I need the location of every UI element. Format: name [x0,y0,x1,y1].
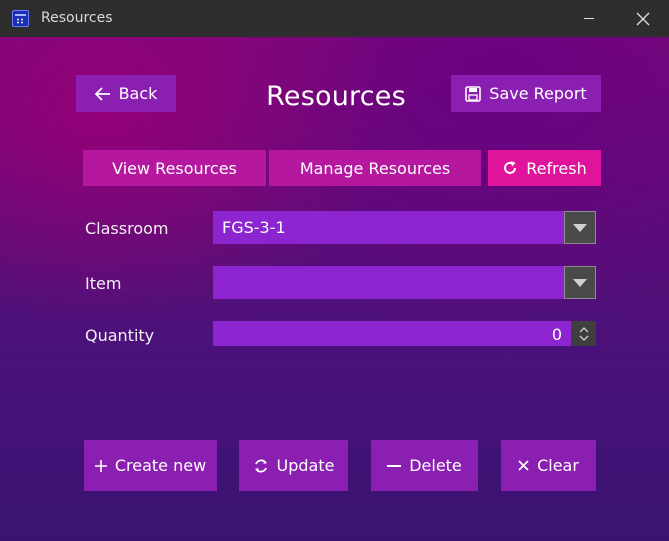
quantity-label: Quantity [85,326,155,345]
item-select[interactable] [213,266,596,299]
clear-button[interactable]: Clear [501,440,596,491]
chevron-down-icon [573,223,587,232]
refresh-icon [502,160,518,176]
tab-manage-resources[interactable]: Manage Resources [269,150,481,186]
plus-icon [94,459,107,472]
tab-view-resources-label: View Resources [112,158,237,178]
sync-icon [253,458,269,474]
close-button[interactable] [620,0,666,37]
minimize-button[interactable] [566,0,612,37]
quantity-stepper[interactable]: 0 [213,321,596,346]
classroom-value: FGS-3-1 [222,218,286,237]
item-dropdown-button[interactable] [564,266,596,299]
back-button[interactable]: Back [76,75,176,112]
minimize-icon [584,18,594,19]
x-icon [518,460,529,471]
save-report-label: Save Report [489,84,587,103]
up-down-arrows-icon [579,326,588,341]
window-title: Resources [41,10,113,26]
app-window: Resources Back Resources Save Report Vie… [0,0,669,541]
create-new-label: Create new [114,456,207,475]
quantity-spin-buttons[interactable] [571,321,596,346]
minus-icon [387,464,402,468]
clear-label: Clear [537,456,579,475]
classroom-label: Classroom [85,219,169,238]
refresh-button[interactable]: Refresh [488,150,601,186]
title-bar: Resources [0,0,669,38]
item-label: Item [85,274,122,293]
save-icon [465,85,482,102]
create-new-button[interactable]: Create new [84,440,217,491]
save-report-button[interactable]: Save Report [451,75,601,112]
refresh-label: Refresh [526,158,587,178]
main-content: Back Resources Save Report View Resource… [0,37,669,541]
delete-label: Delete [409,456,462,475]
tab-manage-resources-label: Manage Resources [299,158,451,178]
back-label: Back [118,84,158,103]
update-button[interactable]: Update [239,440,348,491]
close-icon [636,12,650,25]
chevron-down-icon [573,278,587,287]
update-label: Update [276,456,335,475]
quantity-value: 0 [551,325,562,344]
calendar-app-icon [12,10,29,27]
classroom-dropdown-button[interactable] [564,211,596,244]
page-title: Resources [266,81,406,112]
arrow-left-icon [94,86,111,101]
tab-view-resources[interactable]: View Resources [83,150,266,186]
classroom-select[interactable]: FGS-3-1 [213,211,596,244]
delete-button[interactable]: Delete [371,440,478,491]
